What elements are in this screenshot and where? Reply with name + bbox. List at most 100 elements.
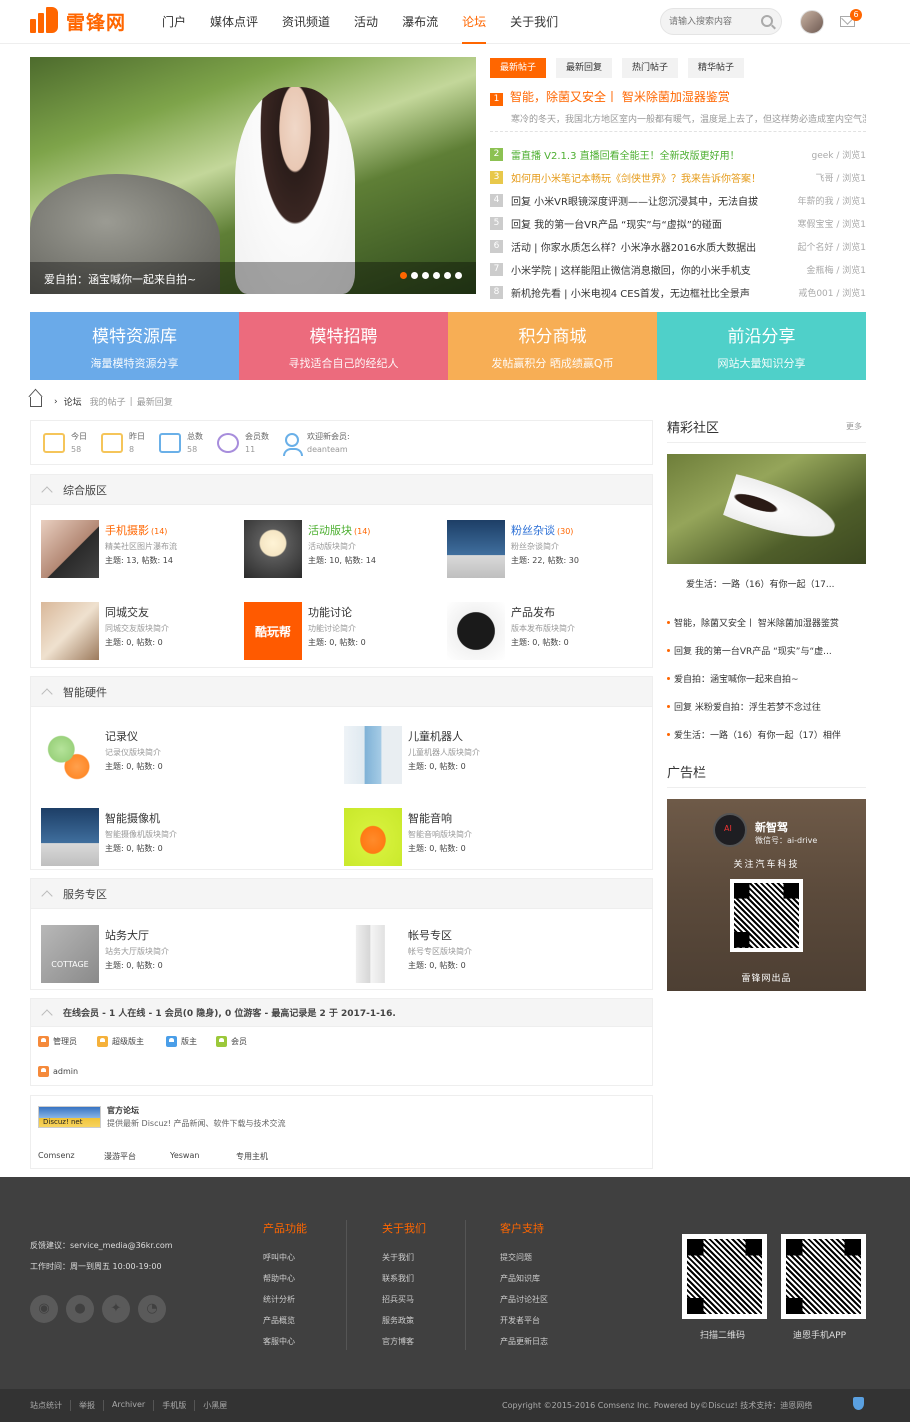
footer-link[interactable]: 联系我们	[382, 1273, 426, 1294]
search-input[interactable]	[661, 9, 757, 34]
feedback-email[interactable]: 反馈建议：service_media@36kr.com	[30, 1235, 173, 1256]
site-logo[interactable]: 雷锋网	[30, 6, 126, 35]
forum-name[interactable]: 智能音响	[408, 812, 452, 825]
forum-item[interactable]: 智能音响 智能音响版块简介 主题: 0, 帖数: 0	[344, 808, 472, 866]
tab-latest-replies[interactable]: 最新回复	[556, 58, 613, 78]
bottom-link-blackroom[interactable]: 小黑屋	[195, 1400, 235, 1411]
breadcrumb-my-posts[interactable]: 我的帖子	[90, 395, 126, 408]
sidebar-post-item[interactable]: 爱生活：一路（16）有你一起（17）相伴	[667, 720, 866, 748]
section-header[interactable]: 智能硬件	[31, 677, 652, 707]
post-title[interactable]: 小米学院 | 这样能阻止微信消息撤回，你的小米手机支	[511, 262, 801, 277]
sidebar-feature-image[interactable]	[667, 454, 866, 564]
footer-link[interactable]: 产品知识库	[500, 1273, 548, 1294]
friend-link[interactable]: 专用主机	[236, 1151, 268, 1162]
discuz-logo[interactable]: Discuz! net	[38, 1106, 101, 1128]
sidebar-more-link[interactable]: 更多	[846, 421, 862, 432]
footer-link[interactable]: 提交问题	[500, 1252, 548, 1273]
footer-link[interactable]: 官方博客	[382, 1336, 426, 1357]
chevron-up-icon[interactable]	[41, 1008, 53, 1021]
chevron-up-icon[interactable]	[41, 687, 53, 700]
tab-digest-posts[interactable]: 精华帖子	[688, 58, 745, 78]
slider-dot[interactable]	[433, 272, 440, 279]
forum-item[interactable]: 儿童机器人 儿童机器人版块简介 主题: 0, 帖数: 0	[344, 726, 480, 784]
friend-link[interactable]: Comsenz	[38, 1151, 75, 1160]
hero-slider[interactable]: 爱自拍：涵宝喊你一起来自拍~	[30, 57, 476, 294]
online-header[interactable]: 在线会员 - 1 人在线 - 1 会员(0 隐身), 0 位游客 - 最高记录是…	[31, 999, 652, 1027]
post-title[interactable]: 雷直播 V2.1.3 直播回看全能王！全新改版更好用！	[511, 147, 806, 162]
footer-link[interactable]: 产品更新日志	[500, 1336, 548, 1357]
nav-item-news[interactable]: 资讯频道	[270, 0, 342, 44]
forum-name[interactable]: 站务大厅	[105, 929, 149, 942]
breadcrumb-current[interactable]: 论坛	[64, 395, 82, 408]
breadcrumb-latest-replies[interactable]: 最新回复	[137, 395, 173, 408]
post-list-item[interactable]: 5 回复 我的第一台VR产品 “现实”与“虚拟”的碰面 寒假宝宝 / 浏览1	[490, 212, 866, 235]
post-list-item[interactable]: 4 回复 小米VR眼镜深度评测——让您沉浸其中，无法自拔 年薪的我 / 浏览1	[490, 189, 866, 212]
forum-name[interactable]: 记录仪	[105, 730, 138, 743]
weibo-icon[interactable]: ◉	[30, 1295, 58, 1323]
forum-name[interactable]: 产品发布	[511, 606, 555, 619]
banner-4[interactable]: 前沿分享 网站大量知识分享	[657, 312, 866, 380]
footer-link[interactable]: 招兵买马	[382, 1294, 426, 1315]
nav-item-portal[interactable]: 门户	[150, 0, 198, 44]
search-icon[interactable]	[761, 15, 773, 27]
rss-icon[interactable]: ◔	[138, 1295, 166, 1323]
shield-icon[interactable]	[853, 1397, 864, 1410]
home-icon[interactable]	[30, 396, 42, 407]
nav-item-about[interactable]: 关于我们	[498, 0, 570, 44]
forum-name[interactable]: 智能摄像机	[105, 812, 160, 825]
post-title[interactable]: 活动 | 你家水质怎么样？小米净水器2016水质大数据出	[511, 239, 792, 254]
online-user[interactable]: admin	[38, 1066, 78, 1077]
bottom-link-report[interactable]: 举报	[71, 1400, 104, 1411]
nav-item-forum[interactable]: 论坛	[450, 0, 498, 44]
post-list-item[interactable]: 7 小米学院 | 这样能阻止微信消息撤回，你的小米手机支 金瓶梅 / 浏览1	[490, 258, 866, 281]
post-title[interactable]: 如何用小米笔记本畅玩《剑侠世界》？我来告诉你答案！	[511, 170, 810, 185]
sidebar-post-item[interactable]: 爱自拍：涵宝喊你一起来自拍~	[667, 664, 866, 692]
footer-link[interactable]: 呼叫中心	[263, 1252, 307, 1273]
slider-dot[interactable]	[422, 272, 429, 279]
bottom-link-mobile[interactable]: 手机版	[154, 1400, 196, 1411]
bottom-link-archiver[interactable]: Archiver	[104, 1400, 155, 1411]
post-list-item[interactable]: 3 如何用小米笔记本畅玩《剑侠世界》？我来告诉你答案！ 飞哥 / 浏览1	[490, 166, 866, 189]
post-title[interactable]: 回复 小米VR眼镜深度评测——让您沉浸其中，无法自拔	[511, 193, 792, 208]
post-list-item[interactable]: 2 雷直播 V2.1.3 直播回看全能王！全新改版更好用！ geek / 浏览1	[490, 143, 866, 166]
sidebar-post-item[interactable]: 回复 米粉爱自拍：浮生若梦不念过往	[667, 692, 866, 720]
chevron-up-icon[interactable]	[41, 485, 53, 498]
forum-name[interactable]: 粉丝杂谈	[511, 524, 555, 537]
tab-latest-posts[interactable]: 最新帖子	[490, 58, 547, 78]
wechat-icon[interactable]: ●	[66, 1295, 94, 1323]
forum-name[interactable]: 儿童机器人	[408, 730, 463, 743]
sidebar-image-caption[interactable]: 爱生活：一路（16）有你一起（17...	[686, 577, 835, 590]
new-member-link[interactable]: deanteam	[307, 445, 350, 454]
nav-item-media-review[interactable]: 媒体点评	[198, 0, 270, 44]
nav-item-events[interactable]: 活动	[342, 0, 390, 44]
friend-link[interactable]: Yeswan	[170, 1151, 199, 1160]
slider-dot[interactable]	[411, 272, 418, 279]
ad-banner[interactable]: 新智驾 微信号：ai-drive 关注汽车科技 雷锋网出品	[667, 799, 866, 991]
section-header[interactable]: 综合版区	[31, 475, 652, 505]
section-header[interactable]: 服务专区	[31, 879, 652, 909]
footer-link[interactable]: 产品概览	[263, 1315, 307, 1336]
slide-caption[interactable]: 爱自拍：涵宝喊你一起来自拍~	[44, 271, 196, 287]
forum-item[interactable]: 同城交友 同城交友版块简介 主题: 0, 帖数: 0	[41, 602, 169, 660]
forum-name[interactable]: 帐号专区	[408, 929, 452, 942]
sidebar-post-item[interactable]: 回复 我的第一台VR产品 “现实”与“虚...	[667, 636, 866, 664]
post-title[interactable]: 新机抢先看 | 小米电视4 CES首发，无边框社比全景声	[511, 285, 792, 300]
forum-name[interactable]: 功能讨论	[308, 606, 352, 619]
forum-item[interactable]: 酷玩帮 功能讨论 功能讨论简介 主题: 0, 帖数: 0	[244, 602, 366, 660]
slider-dot[interactable]	[444, 272, 451, 279]
friend-link[interactable]: 漫游平台	[104, 1151, 136, 1162]
sidebar-post-item[interactable]: 智能，除菌又安全丨 智米除菌加湿器鉴赏	[667, 608, 866, 636]
forum-item[interactable]: COTTAGE 站务大厅 站务大厅版块简介 主题: 0, 帖数: 0	[41, 925, 169, 983]
footer-link[interactable]: 关于我们	[382, 1252, 426, 1273]
footer-link[interactable]: 产品讨论社区	[500, 1294, 548, 1315]
forum-item[interactable]: 记录仪 记录仪版块简介 主题: 0, 帖数: 0	[41, 726, 163, 784]
banner-3[interactable]: 积分商城 发帖赢积分 晒成绩赢Q币	[448, 312, 657, 380]
banner-1[interactable]: 模特资源库 海量模特资源分享	[30, 312, 239, 380]
nav-item-waterfall[interactable]: 瀑布流	[390, 0, 450, 44]
forum-item[interactable]: 帐号专区 帐号专区版块简介 主题: 0, 帖数: 0	[344, 925, 472, 983]
featured-post-title[interactable]: 智能，除菌又安全丨 智米除菌加湿器鉴赏	[510, 90, 730, 104]
chevron-up-icon[interactable]	[41, 889, 53, 902]
forum-item[interactable]: 产品发布 版本发布版块简介 主题: 0, 帖数: 0	[447, 602, 575, 660]
twitter-icon[interactable]: ✦	[102, 1295, 130, 1323]
online-user-name[interactable]: admin	[53, 1067, 78, 1076]
